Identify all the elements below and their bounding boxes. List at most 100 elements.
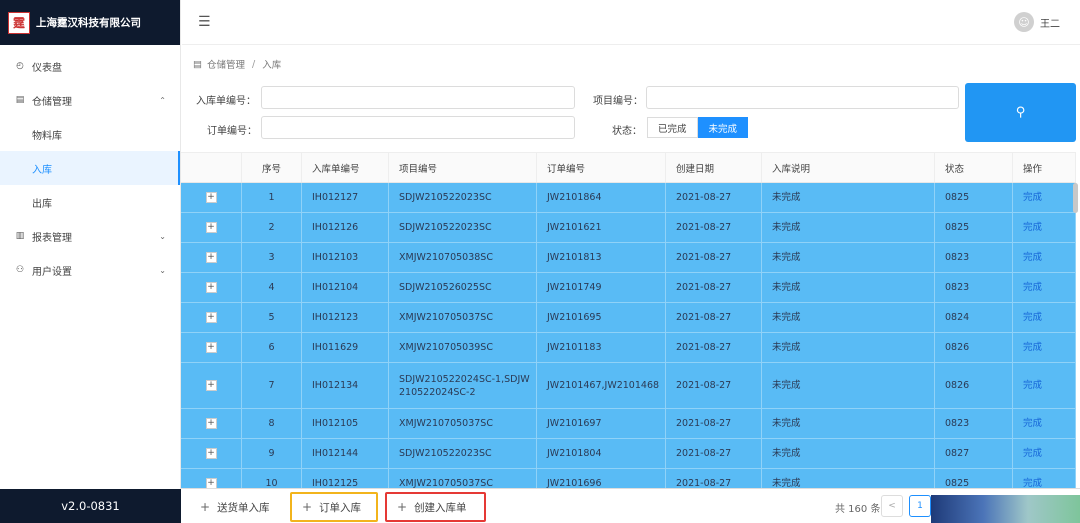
expand: +	[181, 439, 242, 468]
expand-icon[interactable]: +	[205, 342, 217, 353]
table-row[interactable]: +9 IH012144 SDJW210522023SC JW2101804 2021-0…	[181, 439, 1076, 469]
table-scrollbar[interactable]	[1073, 183, 1078, 213]
complete-link[interactable]: 完成	[1013, 333, 1076, 362]
sidebar-item-reports[interactable]: ▥ 报表管理 ⌄	[0, 219, 180, 253]
complete-link[interactable]: 完成	[1013, 363, 1076, 408]
cell-order-no: JW2101467,JW2101468	[537, 363, 666, 408]
cell-project-no: XMJW210705039SC	[389, 333, 537, 362]
expand: +	[181, 243, 242, 272]
complete-link[interactable]: 完成	[1013, 213, 1076, 242]
delivery-inbound-button[interactable]: + 送货单入库	[190, 492, 280, 522]
table-row[interactable]: +5 IH012123 XMJW210705037SC JW2101695 2021-0…	[181, 303, 1076, 333]
sidebar-item-label: 报表管理	[32, 232, 72, 244]
cell-date: 2021-08-27	[666, 243, 762, 272]
sidebar-item-materials[interactable]: 物料库	[0, 117, 180, 151]
sidebar-menu: ◴ 仪表盘 ▤ 仓储管理 ⌃ 物料库 入库 出库 ▥ 报表管理 ⌄ ⚇ 用户设置…	[0, 45, 180, 287]
cell-order-no: JW2101864	[537, 183, 666, 212]
complete-link[interactable]: 完成	[1013, 303, 1076, 332]
breadcrumb-current: 入库	[262, 60, 282, 71]
sidebar-item-label: 仓储管理	[32, 96, 72, 108]
total-count: 共 160 条	[835, 504, 881, 515]
cell-no: 6	[242, 333, 302, 362]
complete-link[interactable]: 完成	[1013, 273, 1076, 302]
sidebar: 霆 上海霆汉科技有限公司 ◴ 仪表盘 ▤ 仓储管理 ⌃ 物料库 入库 出库 ▥ …	[0, 0, 181, 523]
cell-status: 0826	[935, 363, 1013, 408]
search-button[interactable]: ⚲	[965, 83, 1076, 142]
company-logo: 霆	[8, 11, 30, 34]
table-row[interactable]: +6 IH011629 XMJW210705039SC JW2101183 2021-0…	[181, 333, 1076, 363]
cell-status: 0826	[935, 333, 1013, 362]
order-inbound-button[interactable]: + 订单入库	[290, 492, 378, 522]
table-row[interactable]: +4 IH012104 SDJW210526025SC JW2101749 2021-0…	[181, 273, 1076, 303]
order-no-input[interactable]	[261, 116, 575, 139]
expand-icon[interactable]: +	[205, 380, 217, 391]
expand: +	[181, 183, 242, 212]
complete-link[interactable]: 完成	[1013, 439, 1076, 468]
cell-no: 9	[242, 439, 302, 468]
cell-inbound-no: IH012104	[302, 273, 389, 302]
expand-icon[interactable]: +	[205, 312, 217, 323]
sidebar-item-label: 出库	[32, 198, 52, 210]
prev-page-button[interactable]: <	[881, 495, 903, 517]
breadcrumb-separator: /	[252, 58, 256, 70]
menu-toggle-icon[interactable]: ☰	[198, 14, 211, 30]
complete-link[interactable]: 完成	[1013, 243, 1076, 272]
status-done-button[interactable]: 已完成	[647, 117, 698, 138]
button-label: 创建入库单	[414, 501, 467, 514]
expand-icon[interactable]: +	[205, 448, 217, 459]
user-menu[interactable]: ☺ 王二	[1014, 12, 1060, 32]
cell-inbound-no: IH011629	[302, 333, 389, 362]
cell-order-no: JW2101697	[537, 409, 666, 438]
table-row[interactable]: +1 IH012127 SDJW210522023SC JW2101864 2021-0…	[181, 183, 1076, 213]
cell-status: 0825	[935, 213, 1013, 242]
breadcrumb: ▤ 仓储管理 / 入库	[193, 57, 282, 72]
sidebar-item-dashboard[interactable]: ◴ 仪表盘	[0, 49, 180, 83]
table-row[interactable]: +8 IH012105 XMJW210705037SC JW2101697 2021-0…	[181, 409, 1076, 439]
cell-inbound-no: IH012123	[302, 303, 389, 332]
sidebar-item-user-settings[interactable]: ⚇ 用户设置 ⌄	[0, 253, 180, 287]
cell-order-no: JW2101183	[537, 333, 666, 362]
cell-no: 8	[242, 409, 302, 438]
table-row[interactable]: +2 IH012126 SDJW210522023SC JW2101621 2021-0…	[181, 213, 1076, 243]
plus-icon: +	[302, 500, 313, 514]
chevron-down-icon: ⌄	[159, 231, 166, 241]
sidebar-item-inbound[interactable]: 入库	[0, 151, 180, 185]
brand-bar: 霆 上海霆汉科技有限公司	[0, 0, 180, 45]
user-settings-icon: ⚇	[15, 265, 25, 275]
cell-status: 0824	[935, 303, 1013, 332]
cell-inbound-no: IH012144	[302, 439, 389, 468]
page-number-button[interactable]: 1	[909, 495, 931, 517]
create-inbound-button[interactable]: + 创建入库单	[385, 492, 486, 522]
cell-status: 0825	[935, 183, 1013, 212]
cell-project-no: XMJW210705037SC	[389, 409, 537, 438]
expand: +	[181, 213, 242, 242]
cell-order-no: JW2101621	[537, 213, 666, 242]
status-undone-button[interactable]: 未完成	[697, 117, 749, 138]
expand-icon[interactable]: +	[205, 282, 217, 293]
sidebar-item-warehouse[interactable]: ▤ 仓储管理 ⌃	[0, 83, 180, 117]
cell-description: 未完成	[762, 183, 935, 212]
cell-order-no: JW2101695	[537, 303, 666, 332]
table-row[interactable]: +7 IH012134 SDJW210522024SC-1,SDJW 2105220…	[181, 363, 1076, 409]
status-label: 状态：	[612, 126, 642, 137]
inbound-no-input[interactable]	[261, 86, 575, 109]
expand-icon[interactable]: +	[205, 222, 217, 233]
expand-icon[interactable]: +	[205, 192, 217, 203]
cell-date: 2021-08-27	[666, 363, 762, 408]
complete-link[interactable]: 完成	[1013, 183, 1076, 212]
complete-link[interactable]: 完成	[1013, 409, 1076, 438]
chart-icon: ▥	[15, 231, 25, 241]
col-inbound-no: 入库单编号	[302, 153, 389, 182]
breadcrumb-parent[interactable]: 仓储管理	[207, 57, 245, 71]
project-no-label: 项目编号：	[593, 96, 643, 107]
expand-icon[interactable]: +	[205, 418, 217, 429]
cell-inbound-no: IH012126	[302, 213, 389, 242]
sidebar-item-label: 物料库	[32, 130, 62, 142]
table-row[interactable]: +3 IH012103 XMJW210705038SC JW2101813 2021-0…	[181, 243, 1076, 273]
list-icon: ▤	[193, 58, 202, 70]
button-label: 送货单入库	[217, 501, 270, 514]
sidebar-item-outbound[interactable]: 出库	[0, 185, 180, 219]
project-no-input[interactable]	[646, 86, 959, 109]
expand-icon[interactable]: +	[205, 252, 217, 263]
col-no: 序号	[242, 153, 302, 182]
